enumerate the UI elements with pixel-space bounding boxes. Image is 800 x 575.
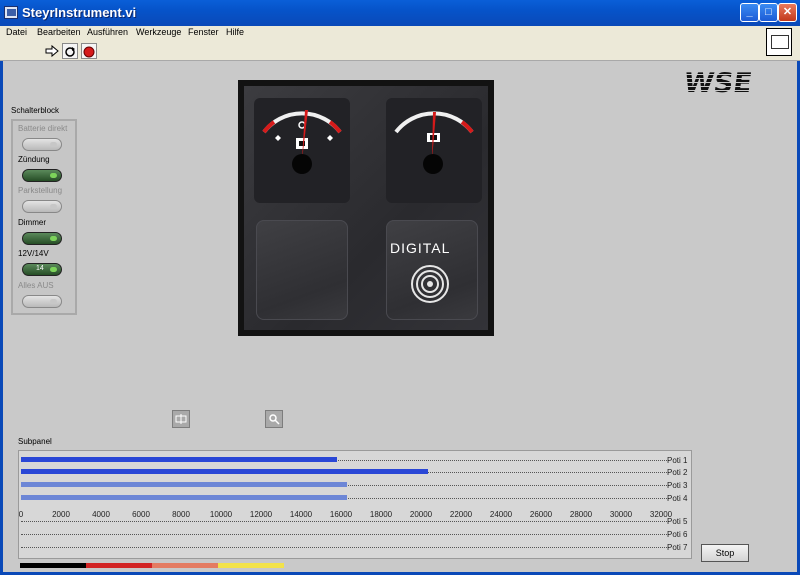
app-icon (4, 6, 18, 19)
poti-slider[interactable] (21, 531, 669, 535)
poti-slider[interactable] (21, 469, 669, 474)
switch-lamp (50, 204, 57, 209)
menu-datei[interactable]: Datei (6, 27, 27, 37)
toolbar (0, 41, 800, 61)
menu-fenster[interactable]: Fenster (188, 27, 219, 37)
switch-parkstellung[interactable] (22, 200, 62, 213)
vi-connector-icon (766, 28, 792, 56)
switch-dimmer[interactable] (22, 232, 62, 245)
switch-label-12v-14v: 12V/14V (18, 249, 49, 258)
scale-tick-label: 24000 (489, 510, 513, 519)
scale-tick-label: 2000 (52, 510, 70, 519)
left-window (256, 220, 348, 320)
scale-tick-label: 26000 (529, 510, 553, 519)
poti-fill (21, 495, 348, 500)
run-arrow-icon[interactable] (44, 43, 60, 59)
switch-lamp (50, 299, 57, 304)
scale-tick-label: 4000 (92, 510, 110, 519)
poti-label: Poti 1 (667, 456, 688, 465)
poti-fill (21, 457, 337, 462)
color-bar-segment (218, 563, 284, 568)
scale-tick-label: 14000 (289, 510, 313, 519)
wse-logo: WSE (681, 68, 754, 99)
stop-button[interactable]: Stop (701, 544, 749, 562)
probe-icon[interactable] (265, 410, 283, 428)
switch-label-dimmer: Dimmer (18, 218, 46, 227)
scale-tick-label: 16000 (329, 510, 353, 519)
color-bar-segment (86, 563, 152, 568)
switch-label-alles-aus: Alles AUS (18, 281, 54, 290)
switch-lamp (50, 267, 57, 272)
switch-batterie-direkt[interactable] (22, 138, 62, 151)
scale-tick-label: 6000 (132, 510, 150, 519)
abort-icon[interactable] (81, 43, 97, 59)
right-gauge-dial (394, 111, 474, 174)
poti-fill (21, 469, 429, 474)
menu-werkzeuge[interactable]: Werkzeuge (136, 27, 181, 37)
subpanel: Poti 1 Poti 2 Poti 3 Poti 4 Poti 5 Poti 6 Poti… (18, 450, 692, 559)
subpanel-title: Subpanel (18, 437, 52, 446)
color-bar-segment (152, 563, 218, 568)
left-gauge-dial (262, 110, 342, 174)
scale-tick-label: 0 (18, 510, 24, 519)
switch-lamp (50, 142, 57, 147)
control-decoration-icon[interactable] (172, 410, 190, 428)
digital-label: DIGITAL (390, 240, 451, 256)
left-gauge (254, 98, 350, 203)
scale-tick-label: 28000 (569, 510, 593, 519)
switch-zuendung[interactable] (22, 169, 62, 182)
menu-ausfuehren[interactable]: Ausführen (87, 27, 128, 37)
poti-label: Poti 2 (667, 468, 688, 477)
menu-hilfe[interactable]: Hilfe (226, 27, 244, 37)
close-button[interactable]: ✕ (778, 3, 797, 22)
instrument-panel-image: DIGITAL (238, 80, 494, 336)
switch-alles-aus[interactable] (22, 295, 62, 308)
switch-12v-14v-text: 14 (36, 265, 44, 272)
run-continuous-icon[interactable] (62, 43, 78, 59)
minimize-button[interactable]: _ (740, 3, 759, 22)
poti-slider[interactable] (21, 457, 669, 462)
schalterblock-title: Schalterblock (11, 106, 60, 115)
window-frame-left (0, 61, 3, 575)
scale-tick-label: 22000 (449, 510, 473, 519)
window-title: SteyrInstrument.vi (22, 5, 137, 20)
steyr-emblem-icon (411, 265, 449, 303)
menu-bar: Datei Bearbeiten Ausführen Werkzeuge Fen… (0, 26, 800, 41)
poti-slider[interactable] (21, 482, 669, 487)
switch-lamp (50, 173, 57, 178)
color-bar-segment (20, 563, 86, 568)
switch-label-zuendung: Zündung (18, 155, 50, 164)
poti-track (21, 547, 669, 548)
scale-tick-label: 20000 (409, 510, 433, 519)
switch-lamp (50, 236, 57, 241)
scale-tick-label: 32000 (649, 510, 673, 519)
menu-bearbeiten[interactable]: Bearbeiten (37, 27, 81, 37)
poti-track (21, 534, 669, 535)
poti-label: Poti 3 (667, 481, 688, 490)
scale-tick-label: 18000 (369, 510, 393, 519)
poti-label: Poti 6 (667, 530, 688, 539)
poti-slider[interactable] (21, 495, 669, 500)
poti-label: Poti 4 (667, 494, 688, 503)
switch-label-batterie-direkt: Batterie direkt (18, 124, 68, 133)
poti-label: Poti 7 (667, 543, 688, 552)
poti-fill (21, 482, 348, 487)
scale-tick-label: 30000 (609, 510, 633, 519)
maximize-button[interactable]: □ (759, 3, 778, 22)
scale-tick-label: 12000 (249, 510, 273, 519)
poti-track (21, 521, 669, 522)
right-gauge (386, 98, 482, 203)
switch-label-parkstellung: Parkstellung (18, 186, 63, 195)
title-bar[interactable]: SteyrInstrument.vi _ □ ✕ (0, 0, 800, 26)
switch-12v-14v[interactable]: 14 (22, 263, 62, 276)
poti-slider[interactable] (21, 544, 669, 548)
scale-tick-label: 8000 (172, 510, 190, 519)
scale-tick-label: 10000 (209, 510, 233, 519)
